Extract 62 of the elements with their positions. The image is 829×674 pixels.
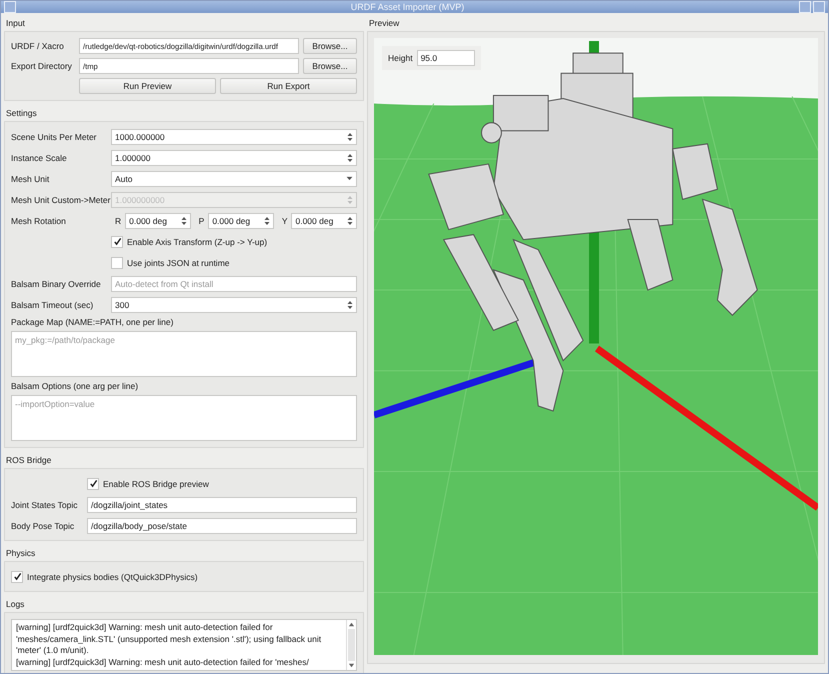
spin-box[interactable]: 1000.000000: [111, 128, 357, 144]
field-label: Instance Scale: [11, 152, 68, 162]
browse-button[interactable]: Browse...: [303, 38, 357, 54]
spin-arrows-icon: [347, 132, 353, 142]
spin-box[interactable]: 0.000 deg: [208, 212, 274, 228]
group-title: Preview: [368, 17, 400, 30]
spin-box[interactable]: 0.000 deg: [291, 212, 357, 228]
checkbox[interactable]: [11, 570, 23, 582]
log-entry: [warning] [urdf2quick3d] Warning: mesh unit auto-detection failed for 'meshes/camera_link.STL' (unsupported mesh extension '.stl'); using fallback unit 'meter' (1.0 m/unit).: [16, 622, 322, 656]
run-button[interactable]: Run Export: [220, 78, 357, 94]
checkmark-icon: [112, 237, 122, 246]
text-area[interactable]: --importOption=value: [11, 395, 357, 441]
spin-arrows-icon: [347, 194, 353, 204]
checkmark-icon: [12, 572, 22, 581]
checkmark-icon: [88, 479, 98, 488]
text-field[interactable]: /dogzilla/body_pose/state: [87, 518, 357, 534]
field-label: Balsam Timeout (sec): [11, 300, 94, 310]
group-title: Settings: [5, 107, 38, 120]
height-field[interactable]: 95.0: [416, 50, 475, 66]
axis-label: P: [198, 216, 204, 226]
group-title: Input: [5, 17, 26, 30]
field-label: Export Directory: [11, 61, 73, 71]
field-label: Height: [388, 53, 413, 63]
window-title: URDF Asset Importer (MVP): [350, 2, 466, 12]
scrollbar[interactable]: [346, 620, 356, 670]
spin-arrows-icon: [346, 216, 353, 226]
text-area[interactable]: my_pkg:=/path/to/package: [11, 331, 357, 377]
checkbox[interactable]: [111, 256, 123, 268]
spin-box[interactable]: 1.000000: [111, 150, 357, 166]
field-label: Mesh Unit: [11, 174, 50, 184]
browse-button[interactable]: Browse...: [303, 58, 357, 74]
spin-arrows-icon: [347, 152, 353, 162]
checkbox[interactable]: [87, 478, 99, 490]
axis-label: Y: [280, 216, 288, 226]
group-title: Physics: [5, 547, 36, 560]
spin-box[interactable]: 0.000 deg: [125, 212, 191, 228]
dropdown[interactable]: Auto: [111, 170, 357, 186]
field-label: Mesh Rotation: [11, 216, 67, 226]
field-label: Body Pose Topic: [11, 520, 76, 530]
text-field[interactable]: /dogzilla/joint_states: [87, 496, 357, 512]
field-label: URDF / Xacro: [11, 41, 65, 51]
spin-box[interactable]: 300: [111, 296, 357, 312]
checkbox-label: Use joints JSON at runtime: [127, 258, 230, 268]
checkbox[interactable]: [111, 236, 123, 248]
checkbox-label: Enable ROS Bridge preview: [103, 478, 209, 488]
text-field[interactable]: Auto-detect from Qt install: [111, 276, 357, 292]
run-button[interactable]: Run Preview: [79, 78, 216, 94]
field-label: Package Map (NAME:=PATH, one per line): [11, 317, 174, 327]
field-label: Joint States Topic: [11, 500, 78, 510]
spin-arrows-icon: [347, 300, 353, 310]
field-label: Balsam Options (one arg per line): [11, 381, 140, 391]
field-label: Scene Units Per Meter: [11, 132, 98, 142]
spin-arrows-icon: [180, 216, 187, 226]
group-title: Logs: [5, 598, 26, 611]
group-title: ROS Bridge: [5, 454, 52, 467]
spin-arrows-icon: [264, 216, 270, 226]
field-label: Balsam Binary Override: [11, 278, 102, 288]
log-entry: [warning] [urdf2quick3d] Warning: mesh unit auto-detection failed for 'meshes/: [16, 656, 310, 668]
checkbox-label: Enable Axis Transform (Z-up -> Y-up): [127, 236, 268, 246]
caret-icon: [346, 176, 353, 181]
checkbox-label: Integrate physics bodies (QtQuick3DPhysics): [27, 572, 198, 582]
axis-label: R: [114, 216, 122, 226]
